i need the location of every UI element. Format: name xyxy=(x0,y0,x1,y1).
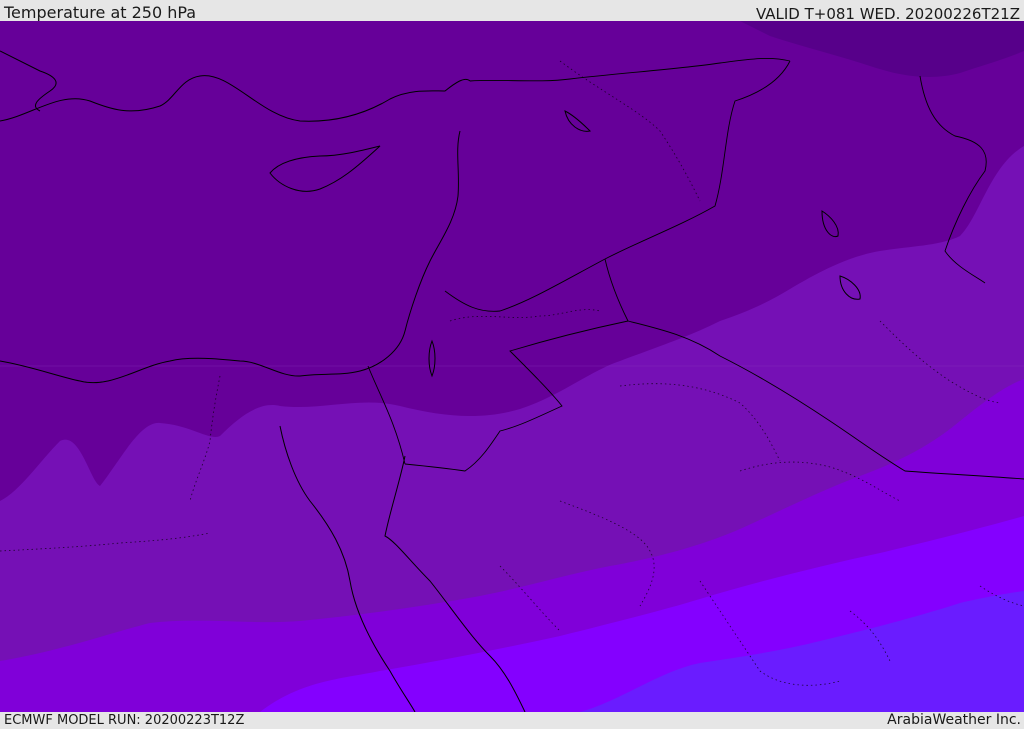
model-run-label: ECMWF MODEL RUN: 20200223T12Z xyxy=(4,713,245,728)
temperature-map-svg xyxy=(0,21,1024,712)
map-canvas xyxy=(0,21,1024,712)
header-bar: Temperature at 250 hPa VALID T+081 WED. … xyxy=(0,0,1024,23)
weather-map-page: Temperature at 250 hPa VALID T+081 WED. … xyxy=(0,0,1024,729)
map-title: Temperature at 250 hPa xyxy=(4,3,197,22)
footer-bar: ECMWF MODEL RUN: 20200223T12Z ArabiaWeat… xyxy=(0,712,1024,729)
credit-label: ArabiaWeather Inc. xyxy=(887,712,1021,728)
